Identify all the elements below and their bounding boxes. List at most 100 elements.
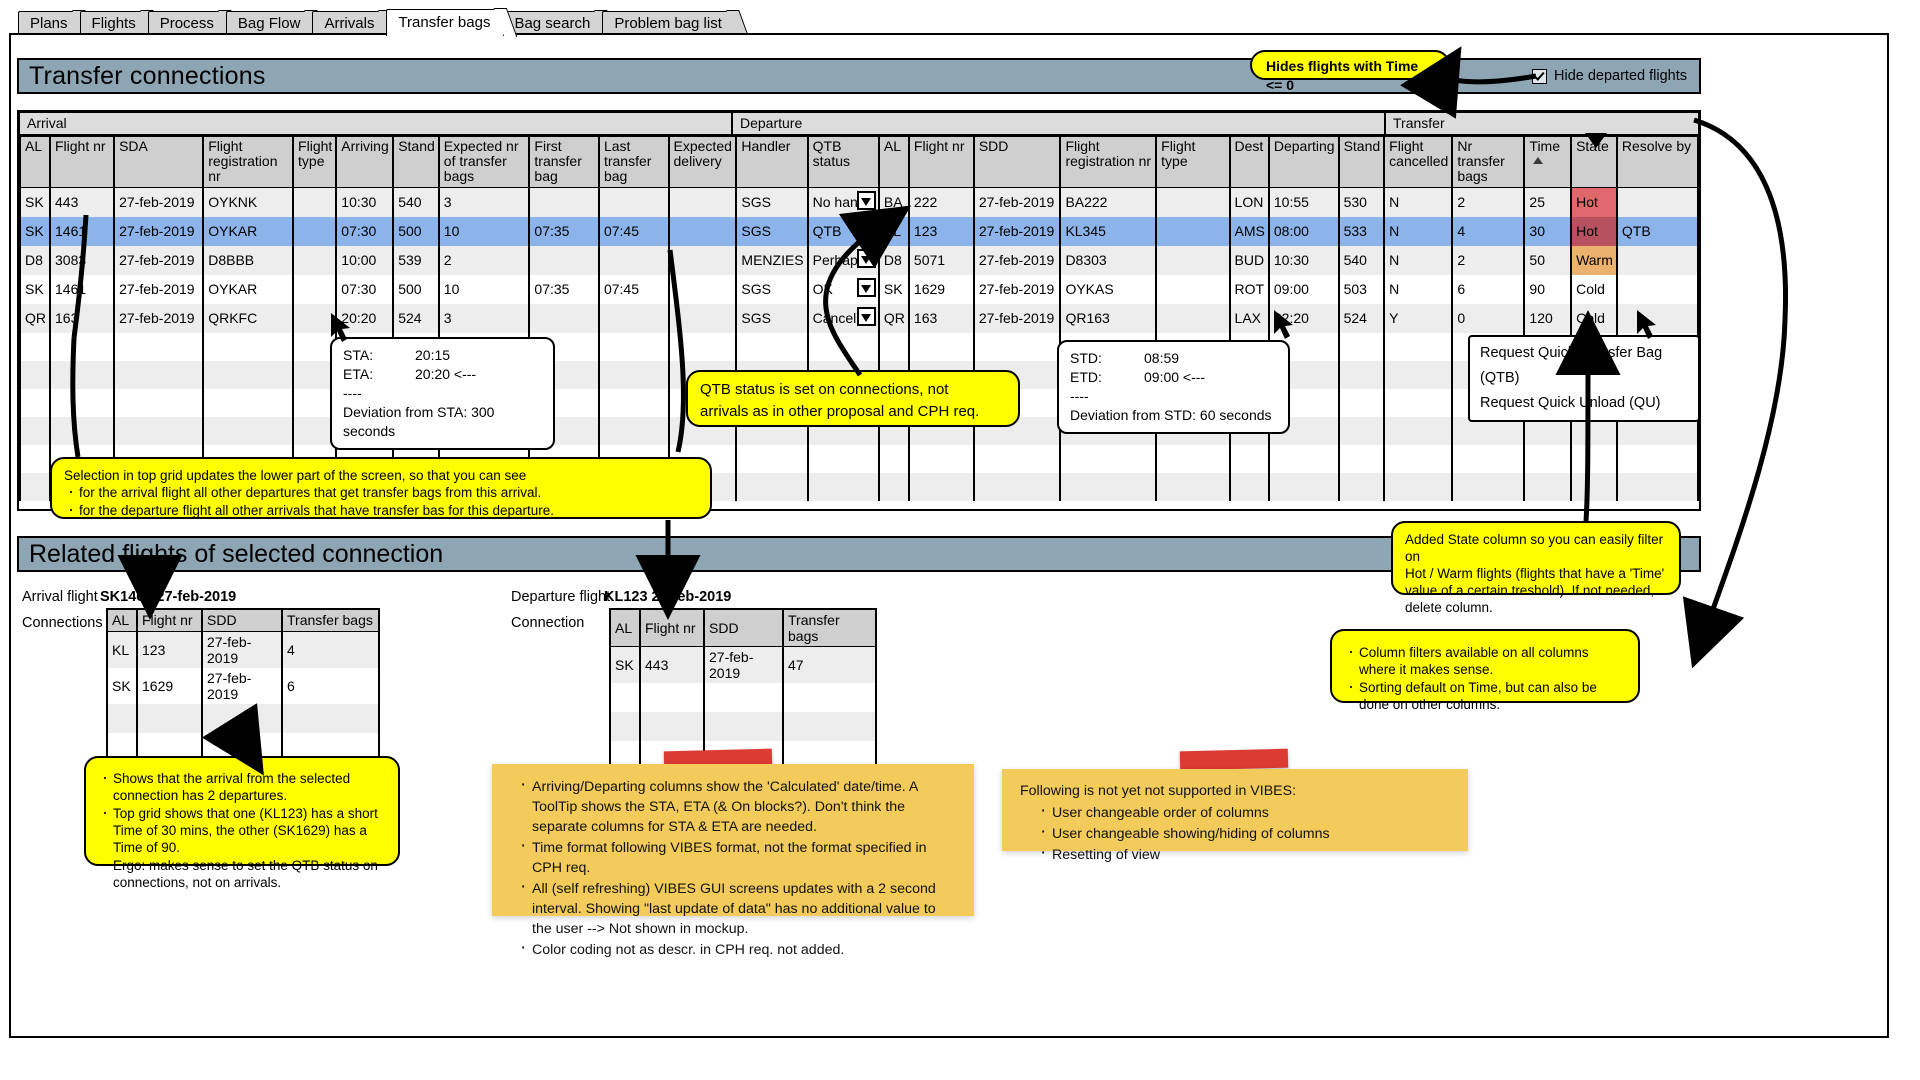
col-a-arriving[interactable]: Arriving (335, 135, 395, 188)
tab-bar: Plans Flights Process Bag Flow Arrivals … (18, 8, 736, 36)
cell-a-type (292, 187, 338, 217)
cell-sdd: 27-feb-2019 (703, 646, 784, 683)
table-row[interactable]: QR 163 27-feb-2019 QRKFC 20:20 524 3 SGS… (19, 303, 1700, 333)
col-a-last-transfer-bag[interactable]: Last transfer bag (597, 135, 670, 188)
col-a-qtb-status[interactable]: QTB status (806, 135, 880, 188)
col-d-flight-type[interactable]: Flight type (1155, 135, 1231, 188)
note-bullet: Top grid shows that one (KL123) has a sh… (102, 804, 386, 856)
col-a-first-transfer-bag[interactable]: First transfer bag (528, 135, 600, 188)
dropdown-arrow-icon[interactable] (856, 277, 876, 297)
table-row[interactable] (609, 683, 877, 712)
col-d-sdd[interactable]: SDD (972, 135, 1062, 188)
tab-transfer-bags[interactable]: Transfer bags (386, 9, 505, 36)
col-d-flight-cancelled[interactable]: Flight cancelled (1383, 135, 1454, 188)
table-row[interactable] (106, 703, 380, 733)
table-row[interactable]: SK 1461 27-feb-2019 OYKAR 07:30 500 10 0… (19, 274, 1700, 304)
col-t-resolve-by[interactable]: Resolve by (1615, 135, 1700, 188)
note-arrival-explanation: Shows that the arrival from the selected… (84, 756, 400, 890)
note-vibes-details: Arriving/Departing columns show the 'Cal… (492, 764, 974, 958)
col-label: SDA (119, 138, 148, 154)
cell-t-resolve: QTB (1615, 216, 1700, 246)
cell-d-departing: 22:20 (1267, 303, 1340, 333)
cell-d-stand: 503 (1337, 274, 1386, 304)
col-label: Stand (1343, 138, 1381, 154)
band-transfer: Transfer (1385, 112, 1699, 135)
cell-a-qtb-status[interactable]: OK (806, 274, 880, 304)
cell-empty (48, 332, 116, 361)
cell-a-flight-nr: 443 (48, 187, 116, 217)
cell-d-departing: 10:55 (1267, 187, 1340, 217)
tab-label: Flights (91, 15, 136, 32)
hide-departed-flights-toggle[interactable]: Hide departed flights (1532, 68, 1687, 84)
cell-d-al: SK (877, 274, 910, 304)
cell-a-qtb-status[interactable]: No hands (806, 187, 880, 217)
col-sdd[interactable]: SDD (703, 609, 784, 647)
dropdown-arrow-icon[interactable] (856, 306, 876, 326)
col-flight-nr[interactable]: Flight nr (136, 609, 203, 632)
col-a-expected-nr-transfer-bags[interactable]: Expected nr of transfer bags (437, 135, 531, 188)
table-row[interactable]: D8 3083 27-feb-2019 D8BBB 10:00 539 2 ME… (19, 245, 1700, 275)
etd-key: ETD: (1070, 369, 1102, 385)
col-transfer-bags[interactable]: Transfer bags (281, 609, 380, 632)
col-d-al[interactable]: AL (877, 135, 910, 188)
col-a-handler[interactable]: Handler (735, 135, 809, 188)
menu-item-request-qu[interactable]: Request Quick Unload (QU) (1480, 391, 1688, 416)
cell-d-sdd: 27-feb-2019 (972, 245, 1062, 275)
cell-t-nrbags: 0 (1451, 303, 1526, 333)
col-label: Departing (1273, 138, 1335, 154)
menu-item-request-qtb[interactable]: Request Quick Transfer Bag (QTB) (1480, 341, 1688, 391)
dropdown-arrow-icon[interactable] (856, 248, 876, 268)
col-flight-nr[interactable]: Flight nr (639, 609, 705, 647)
band-arrival: Arrival (19, 112, 732, 135)
arrival-time-tooltip: STA: 20:15 ETA: 20:20 <--- ---- Deviation … (330, 337, 555, 450)
note-not-supported: Following is not yet not supported in VI… (1002, 769, 1468, 863)
col-al[interactable]: AL (609, 609, 641, 647)
col-al[interactable]: AL (106, 609, 138, 632)
col-a-flight-nr[interactable]: Flight nr (48, 135, 116, 188)
table-row[interactable] (609, 712, 877, 741)
cell-empty (1059, 472, 1158, 501)
filter-funnel-icon[interactable] (1585, 133, 1608, 148)
col-sdd[interactable]: SDD (201, 609, 283, 632)
col-label: Expected nr of transfer bags (443, 138, 519, 184)
note-bullet: Sorting default on Time, but can also be… (1348, 678, 1626, 713)
departure-connection-table: AL Flight nr SDD Transfer bags SK 443 27… (609, 608, 877, 771)
col-t-state[interactable]: State (1570, 133, 1618, 188)
table-row[interactable] (19, 332, 1700, 361)
note-bullet: Arriving/Departing columns show the 'Cal… (520, 775, 956, 837)
col-transfer-bags[interactable]: Transfer bags (782, 609, 877, 647)
col-d-stand[interactable]: Stand (1337, 135, 1386, 188)
dropdown-arrow-icon[interactable] (856, 219, 876, 239)
note-bullet: User changeable showing/hiding of column… (1040, 822, 1450, 844)
cell-empty (1337, 388, 1386, 417)
cell-a-qtb-status[interactable]: QTB (806, 216, 880, 246)
cell-d-flight-nr: 222 (907, 187, 975, 217)
col-d-flight-registration-nr[interactable]: Flight registration nr (1059, 135, 1158, 188)
col-a-flight-type[interactable]: Flight type (292, 135, 338, 188)
col-a-sda[interactable]: SDA (113, 135, 205, 188)
cell-empty (597, 388, 670, 417)
hide-departed-checkbox[interactable] (1532, 68, 1547, 84)
dropdown-arrow-icon[interactable] (856, 191, 876, 210)
col-t-time[interactable]: Time (1523, 135, 1573, 188)
col-a-flight-registration-nr[interactable]: Flight registration nr (202, 135, 295, 188)
table-row[interactable]: KL 123 27-feb-2019 4 (106, 631, 380, 668)
table-row[interactable]: SK 1629 27-feb-2019 6 (106, 667, 380, 704)
resolve-context-menu[interactable]: Request Quick Transfer Bag (QTB) Request… (1468, 335, 1700, 422)
table-row[interactable]: SK 1461 27-feb-2019 OYKAR 07:30 500 10 0… (19, 216, 1700, 246)
col-a-stand[interactable]: Stand (392, 135, 440, 188)
col-d-flight-nr[interactable]: Flight nr (907, 135, 975, 188)
col-d-departing[interactable]: Departing (1267, 135, 1340, 188)
cell-flight-nr: 1629 (136, 667, 203, 704)
col-d-dest[interactable]: Dest (1228, 135, 1270, 188)
col-a-expected-delivery[interactable]: Expected delivery (667, 135, 738, 188)
cell-a-al: QR (19, 303, 51, 333)
table-row[interactable]: SK 443 27-feb-2019 47 (609, 646, 877, 683)
cell-a-qtb-status[interactable]: Cancelled (806, 303, 880, 333)
cell-d-stand: 540 (1337, 245, 1386, 275)
cell-a-qtb-status[interactable]: Perhaps (806, 245, 880, 275)
cell-a-first (528, 245, 600, 275)
table-row[interactable]: SK 443 27-feb-2019 OYKNK 10:30 540 3 SGS… (19, 187, 1700, 217)
col-t-nr-transfer-bags[interactable]: Nr transfer bags (1451, 135, 1526, 188)
col-a-al[interactable]: AL (19, 135, 51, 188)
